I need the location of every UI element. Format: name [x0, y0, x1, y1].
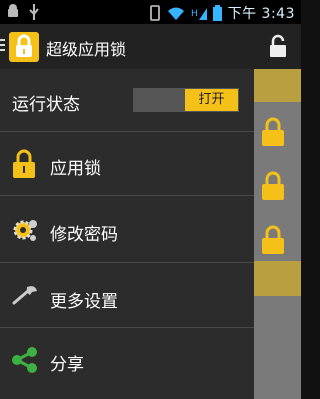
vibrate-icon — [149, 5, 160, 21]
drawer-item-share[interactable]: 分享 — [0, 328, 254, 399]
drawer-item-label: 修改密码 — [50, 225, 118, 245]
drawer-item-more-settings[interactable]: 更多设置 — [0, 263, 254, 328]
android-debug-icon — [8, 4, 18, 17]
run-status-row: 运行状态 打开 — [0, 69, 254, 132]
wifi-icon — [167, 7, 184, 20]
app-logo[interactable] — [9, 32, 39, 62]
status-time: 下午 3:43 — [227, 6, 295, 22]
drawer-item-label: 更多设置 — [50, 292, 118, 312]
menu-icon[interactable] — [0, 39, 5, 54]
background-list — [254, 69, 301, 399]
navigation-drawer: 运行状态 打开 应用锁 修改密码 更多设置 分享 — [0, 69, 254, 399]
lock-icon — [13, 149, 35, 178]
drawer-item-label: 应用锁 — [50, 159, 101, 179]
list-header-band — [254, 69, 301, 102]
toggle-on-label: 打开 — [185, 89, 238, 111]
lock-icon — [262, 225, 284, 254]
status-bar: H 下午 3:43 — [0, 0, 301, 24]
app-bar: 超级应用锁 — [0, 24, 301, 70]
gear-icon — [13, 220, 37, 241]
signal-icon: H — [191, 8, 207, 20]
lock-icon — [262, 171, 284, 200]
drawer-item-change-password[interactable]: 修改密码 — [0, 196, 254, 263]
battery-icon — [212, 5, 222, 21]
wrench-icon — [12, 286, 37, 305]
svg-text:H: H — [191, 9, 198, 19]
drawer-item-label: 分享 — [50, 355, 84, 375]
lock-icon — [16, 34, 32, 57]
list-section-band — [254, 261, 301, 296]
unlock-icon[interactable] — [269, 34, 287, 58]
usb-icon — [29, 4, 39, 20]
run-status-label: 运行状态 — [12, 95, 80, 115]
app-title: 超级应用锁 — [46, 40, 127, 59]
share-icon — [12, 347, 37, 373]
drawer-item-app-lock[interactable]: 应用锁 — [0, 132, 254, 196]
lock-icon — [262, 117, 284, 146]
run-status-toggle[interactable]: 打开 — [133, 88, 239, 112]
